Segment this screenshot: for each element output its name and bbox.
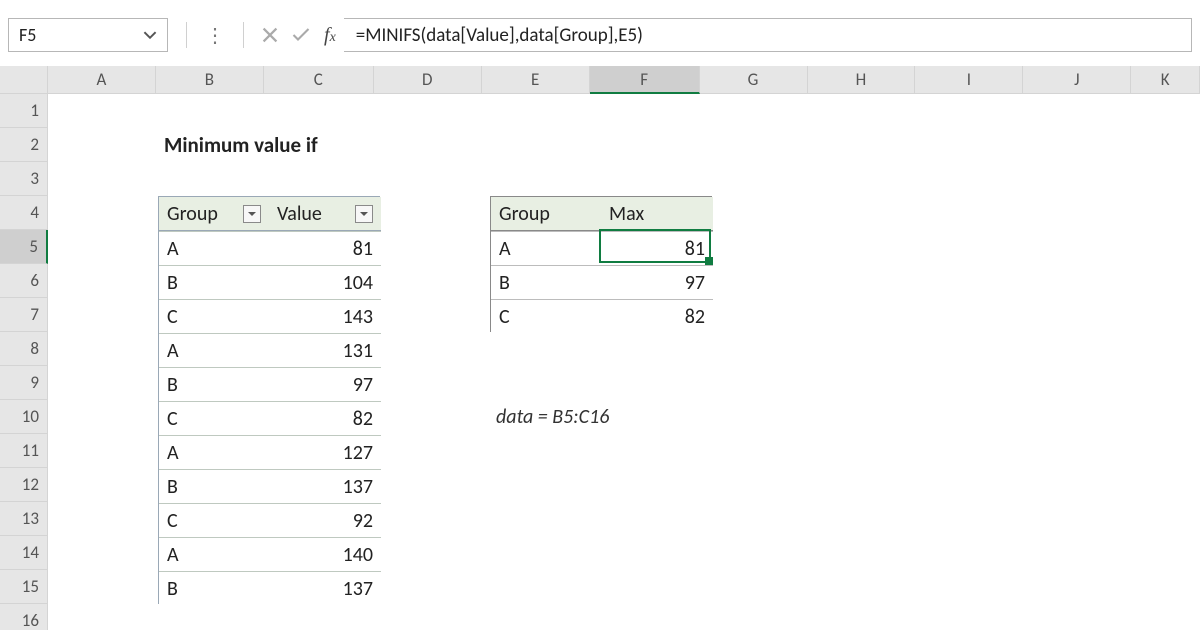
- data-cell[interactable]: C: [159, 299, 269, 333]
- summary-cell[interactable]: A: [491, 231, 601, 265]
- row-header-8[interactable]: 8: [0, 332, 48, 366]
- row-header-14[interactable]: 14: [0, 536, 48, 570]
- data-cell[interactable]: B: [159, 469, 269, 503]
- summary-cell[interactable]: B: [491, 265, 601, 299]
- col-header-D[interactable]: D: [374, 66, 482, 94]
- data-cell[interactable]: 104: [269, 265, 381, 299]
- select-all-corner[interactable]: [0, 66, 48, 94]
- row-header-12[interactable]: 12: [0, 468, 48, 502]
- data-cell[interactable]: 143: [269, 299, 381, 333]
- summary-cell[interactable]: 82: [601, 299, 713, 333]
- col-header-G[interactable]: G: [700, 66, 808, 94]
- filter-dropdown-icon[interactable]: [243, 205, 261, 223]
- data-cell[interactable]: 82: [269, 401, 381, 435]
- formula-text: =MINIFS(data[Value],data[Group],E5): [356, 24, 643, 47]
- data-cell[interactable]: 140: [269, 537, 381, 571]
- data-cell[interactable]: C: [159, 503, 269, 537]
- more-icon[interactable]: ⋮: [205, 23, 225, 48]
- data-cell[interactable]: B: [159, 367, 269, 401]
- data-table-header-group[interactable]: Group: [159, 197, 269, 231]
- summary-cell[interactable]: 81: [601, 231, 713, 265]
- summary-table-header-group[interactable]: Group: [491, 197, 601, 231]
- col-header-B[interactable]: B: [156, 66, 264, 94]
- row-header-3[interactable]: 3: [0, 162, 48, 196]
- row-header-9[interactable]: 9: [0, 366, 48, 400]
- formula-tools: ⋮ fx: [182, 22, 336, 48]
- row-header-6[interactable]: 6: [0, 264, 48, 298]
- summary-cell[interactable]: 97: [601, 265, 713, 299]
- data-cell[interactable]: A: [159, 435, 269, 469]
- col-header-H[interactable]: H: [808, 66, 916, 94]
- data-table-header-value[interactable]: Value: [269, 197, 381, 231]
- formula-input[interactable]: =MINIFS(data[Value],data[Group],E5): [344, 18, 1192, 52]
- col-header-F[interactable]: F: [590, 66, 700, 94]
- data-cell[interactable]: 92: [269, 503, 381, 537]
- data-cell[interactable]: A: [159, 333, 269, 367]
- data-cell[interactable]: 97: [269, 367, 381, 401]
- col-header-E[interactable]: E: [482, 66, 590, 94]
- row-header-15[interactable]: 15: [0, 570, 48, 604]
- summary-table-header-max[interactable]: Max: [601, 197, 713, 231]
- confirm-icon[interactable]: [292, 27, 310, 43]
- data-cell[interactable]: 131: [269, 333, 381, 367]
- row-header-4[interactable]: 4: [0, 196, 48, 230]
- col-header-A[interactable]: A: [48, 66, 156, 94]
- name-box-dropdown[interactable]: [143, 28, 157, 42]
- row-header-13[interactable]: 13: [0, 502, 48, 536]
- col-header-K[interactable]: K: [1131, 66, 1200, 94]
- row-header-10[interactable]: 10: [0, 400, 48, 434]
- col-header-I[interactable]: I: [915, 66, 1023, 94]
- col-header-C[interactable]: C: [264, 66, 374, 94]
- row-header-2[interactable]: 2: [0, 128, 48, 162]
- row-header-7[interactable]: 7: [0, 298, 48, 332]
- data-cell[interactable]: C: [159, 401, 269, 435]
- data-cell[interactable]: 137: [269, 571, 381, 605]
- formula-bar: F5 ⋮ fx =MINIFS(data[Value],data[Group],…: [8, 18, 1192, 52]
- filter-dropdown-icon[interactable]: [355, 205, 373, 223]
- data-cell[interactable]: A: [159, 537, 269, 571]
- range-note: data = B5:C16: [490, 400, 712, 434]
- page-title: Minimum value if: [158, 128, 490, 162]
- row-header-11[interactable]: 11: [0, 434, 48, 468]
- cancel-icon[interactable]: [262, 27, 278, 43]
- data-cell[interactable]: 127: [269, 435, 381, 469]
- row-header-5[interactable]: 5: [0, 230, 48, 264]
- worksheet[interactable]: ABCDEFGHIJK 12345678910111213141516 Mini…: [0, 66, 1200, 630]
- data-cell[interactable]: B: [159, 571, 269, 605]
- summary-cell[interactable]: C: [491, 299, 601, 333]
- row-header-1[interactable]: 1: [0, 94, 48, 128]
- row-header-16[interactable]: 16: [0, 604, 48, 630]
- chevron-down-icon: [143, 28, 157, 42]
- name-box[interactable]: F5: [8, 18, 168, 52]
- fx-icon[interactable]: fx: [324, 24, 336, 47]
- data-cell[interactable]: A: [159, 231, 269, 265]
- data-cell[interactable]: 137: [269, 469, 381, 503]
- summary-table: GroupMaxA81B97C82: [490, 196, 712, 332]
- col-header-J[interactable]: J: [1023, 66, 1131, 94]
- name-box-value: F5: [19, 24, 36, 46]
- data-cell[interactable]: B: [159, 265, 269, 299]
- data-cell[interactable]: 81: [269, 231, 381, 265]
- data-table: GroupValueA81B104C143A131B97C82A127B137C…: [158, 196, 380, 604]
